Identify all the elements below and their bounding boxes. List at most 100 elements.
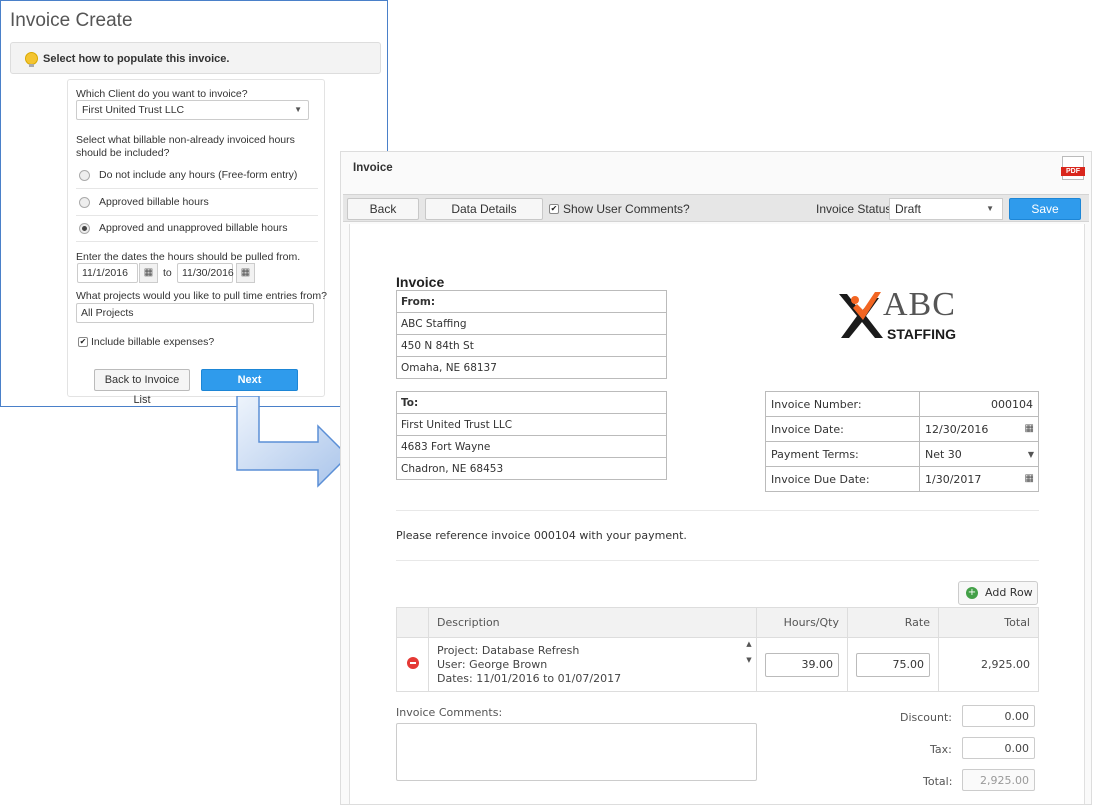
rate-input[interactable]: 75.00 (856, 652, 930, 677)
company-logo: ABC STAFFING (835, 278, 975, 350)
hours-question: Select what billable non-already invoice… (76, 134, 295, 159)
hours-input[interactable]: 39.00 (765, 652, 839, 677)
invoice-document: Invoice From: ABC Staffing 450 N 84th St… (349, 224, 1085, 804)
discount-input[interactable]: 0.00 (962, 705, 1035, 727)
payment-terms-select[interactable]: Net 30 ▼ (919, 441, 1039, 467)
discount-label: Discount: (900, 711, 952, 724)
client-select[interactable]: First United Trust LLC ▼ (76, 100, 309, 120)
invoice-status-label: Invoice Status: (816, 202, 895, 216)
payment-terms-value: Net 30 (925, 447, 962, 461)
date-from-input[interactable]: 11/1/2016 (77, 263, 138, 283)
chevron-down-icon: ▼ (986, 204, 994, 213)
save-button[interactable]: Save (1009, 198, 1081, 220)
client-select-value: First United Trust LLC (82, 104, 185, 116)
from-line: ABC Staffing (396, 312, 667, 335)
show-user-comments-checkbox[interactable]: ✔ (549, 204, 559, 214)
include-expenses-label: Include billable expenses? (91, 336, 215, 348)
projects-input[interactable]: All Projects (76, 303, 314, 323)
scrollbar[interactable]: ▲ ▼ (744, 640, 754, 690)
from-line: 450 N 84th St (396, 334, 667, 357)
calendar-icon[interactable]: ▦ (139, 263, 158, 283)
total-label: Total: (923, 775, 953, 788)
from-line: Omaha, NE 68137 (396, 356, 667, 379)
invoice-toolbar: Back Data Details ✔ Show User Comments? … (343, 194, 1089, 222)
pdf-icon[interactable]: PDF (1061, 156, 1085, 180)
line-description-project: Project: Database Refresh (437, 643, 580, 657)
table-row: Project: Database Refresh User: George B… (396, 637, 1039, 692)
plus-icon: + (966, 587, 978, 599)
flow-arrow-icon (236, 396, 350, 488)
chevron-down-icon: ▼ (294, 105, 302, 114)
chevron-down-icon: ▼ (1027, 450, 1034, 459)
to-line: Chadron, NE 68453 (396, 457, 667, 480)
to-heading: To: (396, 391, 667, 414)
calendar-icon[interactable]: ▦ (236, 263, 255, 283)
description-cell[interactable]: Project: Database Refresh User: George B… (428, 637, 757, 692)
tax-label: Tax: (930, 743, 952, 756)
invoice-date-value: 12/30/2016 (925, 422, 989, 436)
wizard-form (67, 79, 325, 397)
to-line: First United Trust LLC (396, 413, 667, 436)
radio-approved-hours[interactable] (79, 197, 90, 208)
column-header-description: Description (428, 607, 757, 638)
line-total: 2,925.00 (938, 637, 1039, 692)
due-date-cell[interactable]: 1/30/2017 ▦ (919, 466, 1039, 492)
tax-input[interactable]: 0.00 (962, 737, 1035, 759)
radio-approved-unapproved-hours[interactable] (79, 223, 90, 234)
remove-row-icon[interactable] (406, 657, 419, 669)
line-description-dates: Dates: 11/01/2016 to 01/07/2017 (437, 671, 622, 685)
line-description-user: User: George Brown (437, 657, 548, 671)
invoice-window: Invoice PDF Back Data Details ✔ Show Use… (340, 151, 1092, 805)
calendar-icon[interactable]: ▦ (1025, 423, 1034, 434)
back-button[interactable]: Back (347, 198, 419, 220)
invoice-status-value: Draft (895, 202, 922, 216)
invoice-comments-input[interactable] (396, 723, 757, 781)
reference-note: Please reference invoice 000104 with you… (396, 529, 687, 542)
divider (76, 215, 318, 216)
line-items-table: Description Hours/Qty Rate Total Project… (396, 607, 1039, 692)
to-line: 4683 Fort Wayne (396, 435, 667, 458)
document-title: Invoice (396, 274, 445, 290)
column-header-hours: Hours/Qty (756, 607, 848, 638)
back-to-invoice-list-button[interactable]: Back to Invoice List (94, 369, 190, 406)
rate-cell: 75.00 (847, 637, 939, 692)
remove-cell (396, 637, 429, 692)
invoice-status-select[interactable]: Draft ▼ (889, 198, 1003, 220)
date-to-label: to (163, 267, 172, 279)
invoice-number-value: 000104 (919, 391, 1039, 417)
total-value: 2,925.00 (962, 769, 1035, 791)
invoice-date-cell[interactable]: 12/30/2016 ▦ (919, 416, 1039, 442)
invoice-create-wizard: Invoice Create Select how to populate th… (0, 0, 388, 407)
pdf-label: PDF (1061, 167, 1085, 176)
data-details-button[interactable]: Data Details (425, 198, 543, 220)
hint-bar: Select how to populate this invoice. (10, 42, 381, 74)
add-row-button[interactable]: + Add Row (958, 581, 1038, 605)
divider (396, 560, 1039, 561)
logo-subtext: STAFFING (887, 326, 956, 342)
add-row-label: Add Row (985, 586, 1033, 599)
radio-approved-hours-label: Approved billable hours (99, 196, 209, 208)
invoice-comments-label: Invoice Comments: (396, 706, 503, 719)
hint-text: Select how to populate this invoice. (43, 53, 230, 65)
show-user-comments-label: Show User Comments? (563, 202, 690, 216)
column-header-rate: Rate (847, 607, 939, 638)
include-expenses-checkbox[interactable]: ✔ (78, 337, 88, 347)
to-address-table: To: First United Trust LLC 4683 Fort Way… (396, 391, 667, 480)
remove-column-header (396, 607, 429, 638)
divider (76, 241, 318, 242)
payment-terms-label: Payment Terms: (765, 441, 920, 467)
due-date-value: 1/30/2017 (925, 472, 982, 486)
date-to-input[interactable]: 11/30/2016 (177, 263, 234, 283)
radio-no-hours[interactable] (79, 170, 90, 181)
invoice-window-title: Invoice (353, 162, 393, 174)
calendar-icon[interactable]: ▦ (1025, 473, 1034, 484)
divider (76, 188, 318, 189)
hours-cell: 39.00 (756, 637, 848, 692)
invoice-number-label: Invoice Number: (765, 391, 920, 417)
invoice-meta-table: Invoice Number: 000104 Invoice Date: 12/… (765, 391, 1039, 492)
radio-no-hours-label: Do not include any hours (Free-form entr… (99, 169, 298, 181)
next-button[interactable]: Next (201, 369, 298, 391)
column-header-total: Total (938, 607, 1039, 638)
radio-approved-unapproved-label: Approved and unapproved billable hours (99, 222, 288, 234)
lightbulb-icon (25, 52, 38, 67)
